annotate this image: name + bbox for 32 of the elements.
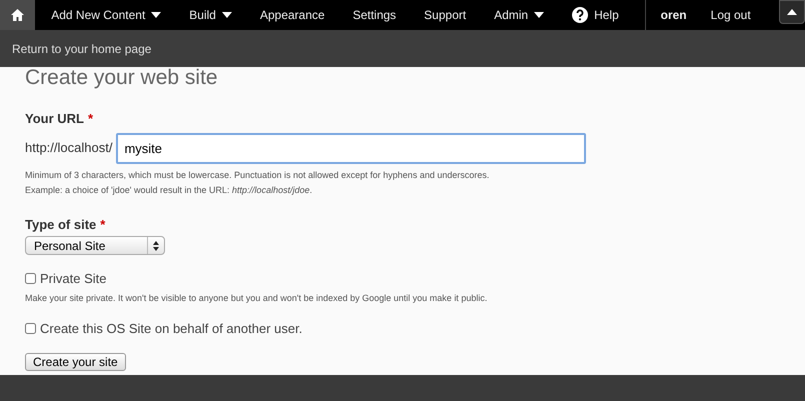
select-arrows-icon [153,240,159,250]
menu-item[interactable]: Settings [338,0,410,30]
field-description: Make your site private. It won't be visible to anyone but you and won't be indexed by Google until you make it public. [25,292,488,305]
field-label: Your URL [25,110,84,128]
url-prefix: http://localhost/ [25,139,112,158]
checkbox-label: Create this OS Site on behalf of another user. [40,320,302,338]
home-button[interactable] [0,0,36,30]
field-description: Minimum of 3 characters, which must be lowercase. Punctuation is not allowed except for hyphens and underscores. [25,168,490,182]
checkbox[interactable] [25,323,36,334]
caret-up-icon [786,9,797,15]
checkbox[interactable] [25,273,36,284]
field-label: Type of site [25,216,96,234]
menu-item[interactable]: Add New Content [37,0,176,30]
field-example: Example: a choice of 'jdoe' would result in the URL: http://localhost/jdoe. [25,184,314,196]
home-page-link[interactable]: Return to your home page [12,40,152,58]
menu-item[interactable]: Appearance [246,0,339,30]
home-icon [11,9,24,21]
required-mark: * [88,110,94,128]
create-site-button[interactable]: Create your site [25,352,126,370]
username: oren [660,7,687,24]
help-icon [572,7,588,23]
menu-item[interactable]: Support [410,0,480,30]
menu-item[interactable]: Build [175,0,246,30]
menu-item[interactable]: Help [558,0,633,30]
checkbox-label: Private Site [40,270,106,288]
url-field[interactable]: mysite [116,132,586,164]
collapse-button[interactable] [778,0,805,24]
site-type-select[interactable]: Personal Site [25,236,165,255]
required-mark: * [100,216,106,234]
menu-item[interactable]: Admin [480,0,558,30]
logout-link[interactable]: Log out [710,6,751,24]
page-title: Create your web site [25,67,219,89]
